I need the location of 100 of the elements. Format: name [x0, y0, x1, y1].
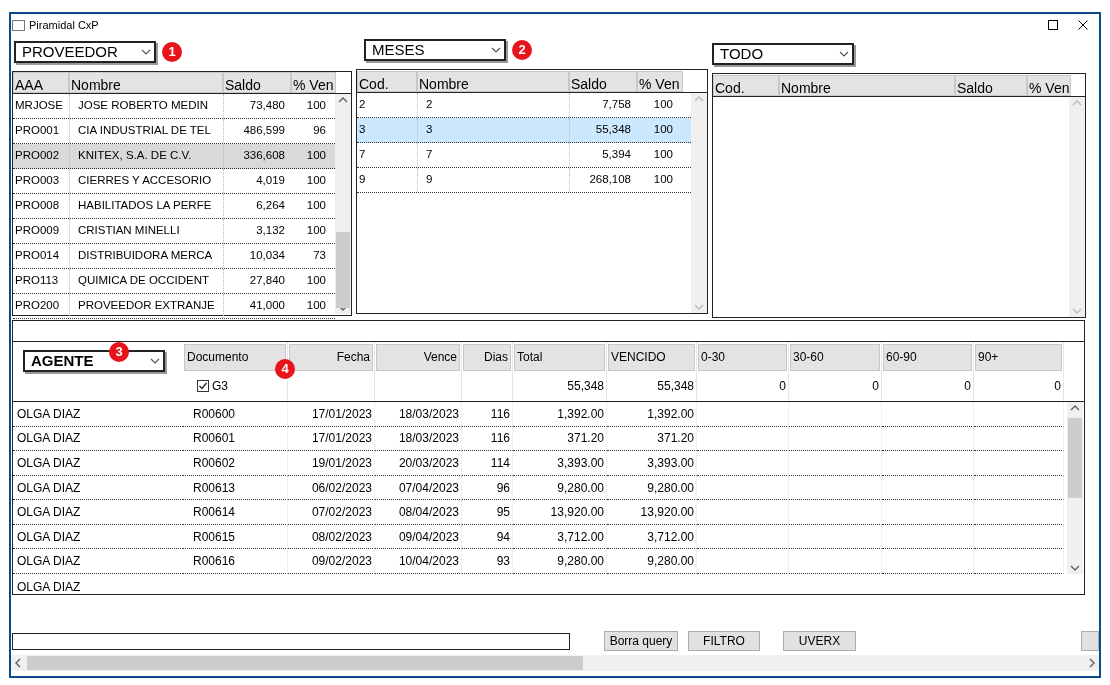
column-header[interactable]: Nombre [69, 72, 223, 93]
table-cell: HABILITADOS LA PERFE [69, 194, 223, 218]
button[interactable] [1081, 631, 1099, 651]
table-cell: 41,000 [223, 294, 291, 318]
table-cell: 13,920.00 [513, 500, 607, 525]
column-header[interactable]: Cod. [713, 75, 779, 96]
table-cell: PROVEEDOR EXTRANJE [69, 294, 223, 318]
table-cell-text: PRO009 [14, 223, 61, 239]
vertical-scrollbar[interactable] [335, 94, 351, 314]
table-cell: 19/01/2023 [288, 451, 375, 476]
table-cell: 3,393.00 [513, 451, 607, 476]
table-cell-text: 100 [652, 122, 674, 138]
table-cell-text: 96 [312, 123, 327, 139]
column-header[interactable]: Cod. [357, 71, 417, 92]
column-header[interactable]: Saldo [955, 75, 1027, 96]
column-header[interactable]: 0-30 [698, 344, 787, 371]
horizontal-scrollbar[interactable] [11, 655, 1099, 671]
table-cell: 4,019 [223, 169, 291, 193]
dropdown[interactable]: PROVEEDOR [14, 41, 156, 63]
scroll-up-icon[interactable] [338, 97, 348, 103]
total-value: 0 [779, 378, 786, 395]
table-cell: 20/03/2023 [375, 451, 462, 476]
scroll-up-icon[interactable] [1070, 405, 1080, 411]
table-cell: CIA INDUSTRIAL DE TEL [69, 119, 223, 143]
table-cell: 116 [462, 402, 513, 427]
checkbox[interactable] [197, 380, 209, 392]
table-row[interactable]: 3 3 55,348 100 [357, 118, 691, 143]
window-icon [12, 19, 25, 31]
total-value: 55,348 [567, 378, 604, 395]
table-cell: 3,712.00 [513, 524, 607, 550]
table-cell: R00616 [183, 549, 288, 575]
column-header[interactable]: % Ven [1027, 75, 1071, 96]
table-cell-text: 100 [305, 273, 327, 289]
scroll-down-icon[interactable] [1070, 565, 1080, 571]
table-cell-text: 3 [358, 122, 367, 138]
column-header[interactable]: Nombre [417, 71, 569, 92]
column-header[interactable]: Nombre [779, 75, 955, 96]
number-badge: 3 [109, 342, 129, 362]
table-row[interactable]: PRO200 PROVEEDOR EXTRANJE 41,000 100 [13, 294, 335, 319]
table-cell-text: PRO008 [14, 198, 61, 214]
column-header[interactable]: Fecha [289, 344, 373, 371]
table-cell: 9,280.00 [513, 475, 607, 501]
table-cell: 08/02/2023 [288, 524, 375, 550]
column-header[interactable]: Vence [376, 344, 460, 371]
table-cell: 116 [462, 426, 513, 452]
table-cell: 268,108 [569, 168, 637, 192]
column-header[interactable]: 90+ [975, 344, 1062, 371]
chevron-down-icon [150, 358, 160, 364]
button[interactable]: Borra query [604, 631, 678, 651]
table-cell: 114 [462, 451, 513, 476]
column-header[interactable]: Saldo [223, 72, 291, 93]
table-cell: 371.20 [513, 426, 607, 452]
column-header[interactable]: % Ven [291, 72, 336, 93]
table-cell: 336,608 [223, 144, 291, 168]
column-header[interactable]: Saldo [569, 71, 637, 92]
table-cell: 06/02/2023 [288, 475, 375, 501]
table-cell: 3,712.00 [607, 524, 697, 550]
scroll-right-icon[interactable] [1089, 658, 1095, 668]
table-cell: KNITEX, S.A. DE C.V. [69, 144, 223, 168]
column-header[interactable]: AAA [13, 72, 69, 93]
table-cell: OLGA DIAZ [13, 402, 183, 427]
dropdown[interactable]: TODO [712, 43, 854, 65]
table-cell: 3,132 [223, 219, 291, 243]
column-header[interactable]: 30-60 [790, 344, 880, 371]
scroll-thumb[interactable] [27, 656, 583, 670]
button[interactable]: UVERX [783, 631, 856, 651]
vertical-scrollbar[interactable] [1067, 402, 1083, 574]
table-cell: OLGA DIAZ [13, 524, 183, 550]
scroll-thumb[interactable] [336, 232, 350, 308]
table-cell: 6,264 [223, 194, 291, 218]
total-value: 55,348 [657, 378, 694, 395]
table-cell-text: PRO003 [14, 173, 61, 189]
table-cell: R00602 [183, 451, 288, 476]
table-cell: 18/03/2023 [375, 402, 462, 427]
scroll-thumb[interactable] [1068, 418, 1082, 498]
input-field[interactable] [12, 632, 570, 650]
dropdown[interactable]: MESES [364, 39, 506, 61]
table-cell-text: PRO113 [14, 273, 60, 289]
table-cell: OLGA DIAZ [13, 549, 183, 575]
table-cell: R00601 [183, 426, 288, 452]
table-cell: 2 [417, 93, 569, 117]
table-cell: OLGA DIAZ [13, 500, 183, 525]
scroll-left-icon[interactable] [15, 658, 21, 668]
table-cell: 3 [417, 118, 569, 142]
column-header[interactable]: % Ven [637, 71, 683, 92]
scroll-down-icon[interactable] [338, 305, 348, 311]
column-header[interactable]: 60-90 [883, 344, 972, 371]
table-cell-text: OLGA DIAZ [16, 579, 82, 594]
column-header[interactable]: Total [514, 344, 605, 371]
table-row[interactable]: PRO002 KNITEX, S.A. DE C.V. 336,608 100 [13, 144, 335, 169]
button[interactable]: FILTRO [688, 631, 760, 651]
column-header[interactable]: VENCIDO [608, 344, 695, 371]
table-cell: 486,599 [223, 119, 291, 143]
column-header[interactable]: Dias [463, 344, 511, 371]
table-cell-text: 100 [652, 147, 674, 163]
table-cell-text: PRO001 [14, 123, 61, 139]
table-cell: 5,394 [569, 143, 637, 167]
table-cell: 94 [462, 524, 513, 550]
table-cell-text: 100 [652, 97, 674, 113]
table-cell: 07/02/2023 [288, 500, 375, 525]
